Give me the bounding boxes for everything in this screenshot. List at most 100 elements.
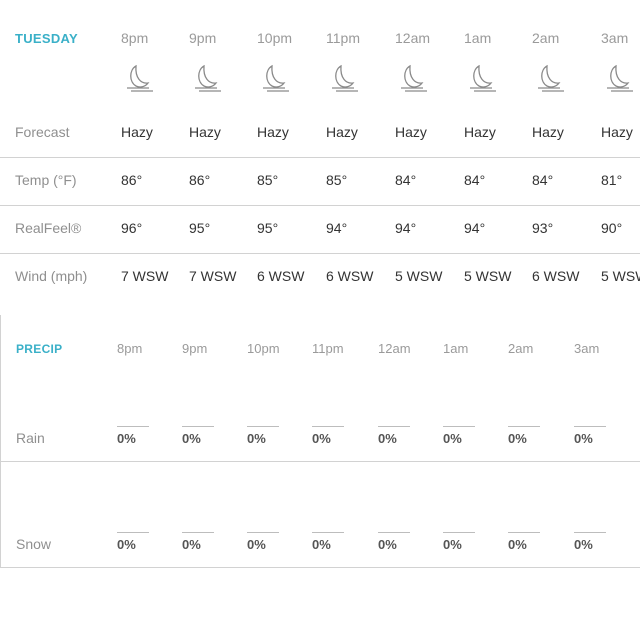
moon-haze-icon xyxy=(534,62,566,94)
rain-bar xyxy=(508,426,540,427)
precip-left-border xyxy=(0,315,1,568)
wind-cell: 5 WSW xyxy=(395,268,443,284)
realfeel-cell: 93° xyxy=(532,220,554,236)
snow-bar xyxy=(312,532,344,533)
snow-bar xyxy=(574,532,606,533)
snow-percent: 0% xyxy=(574,537,593,552)
temp-cell: 84° xyxy=(395,172,417,188)
rain-bar xyxy=(443,426,475,427)
snow-percent: 0% xyxy=(443,537,462,552)
day-title: TUESDAY xyxy=(15,31,79,46)
wind-row-label: Wind (mph) xyxy=(15,268,88,284)
realfeel-cell: 95° xyxy=(189,220,211,236)
rain-bar xyxy=(247,426,279,427)
moon-haze-icon xyxy=(603,62,635,94)
hour-label: 8pm xyxy=(121,30,149,46)
rain-percent: 0% xyxy=(574,431,593,446)
rain-bar xyxy=(312,426,344,427)
wind-cell: 6 WSW xyxy=(326,268,374,284)
divider xyxy=(0,461,640,462)
rain-percent: 0% xyxy=(182,431,201,446)
forecast-cell: Hazy xyxy=(326,124,358,140)
snow-bar xyxy=(508,532,540,533)
snow-row-label: Snow xyxy=(16,536,52,552)
moon-haze-icon xyxy=(397,62,429,94)
hour-label: 2am xyxy=(532,30,560,46)
forecast-cell: Hazy xyxy=(189,124,221,140)
precip-hour-label: 11pm xyxy=(312,341,344,356)
wind-cell: 7 WSW xyxy=(121,268,169,284)
forecast-cell: Hazy xyxy=(464,124,496,140)
moon-haze-icon xyxy=(466,62,498,94)
forecast-cell: Hazy xyxy=(121,124,153,140)
realfeel-cell: 94° xyxy=(326,220,348,236)
temp-cell: 84° xyxy=(464,172,486,188)
realfeel-cell: 94° xyxy=(464,220,486,236)
wind-cell: 7 WSW xyxy=(189,268,237,284)
wind-cell: 6 WSW xyxy=(257,268,305,284)
moon-haze-icon xyxy=(259,62,291,94)
hour-label: 11pm xyxy=(326,30,360,46)
snow-percent: 0% xyxy=(378,537,397,552)
divider xyxy=(0,157,640,158)
wind-cell: 6 WSW xyxy=(532,268,580,284)
snow-percent: 0% xyxy=(508,537,527,552)
temp-cell: 85° xyxy=(326,172,348,188)
temp-cell: 86° xyxy=(121,172,143,188)
snow-bar xyxy=(182,532,214,533)
rain-percent: 0% xyxy=(508,431,527,446)
hourly-forecast-panel: TUESDAY 8pm 9pm 10pm 11pm 12am 1am 2am 3am Fore… xyxy=(0,0,640,300)
forecast-cell: Hazy xyxy=(257,124,289,140)
forecast-row-label: Forecast xyxy=(15,124,70,140)
hour-label: 3am xyxy=(601,30,629,46)
snow-percent: 0% xyxy=(182,537,201,552)
rain-percent: 0% xyxy=(443,431,462,446)
hour-label: 9pm xyxy=(189,30,217,46)
hour-label: 1am xyxy=(464,30,492,46)
moon-haze-icon xyxy=(328,62,360,94)
precip-hour-label: 3am xyxy=(574,341,600,356)
wind-cell: 5 WSW xyxy=(464,268,512,284)
realfeel-row-label: RealFeel® xyxy=(15,220,82,236)
temp-cell: 85° xyxy=(257,172,279,188)
snow-percent: 0% xyxy=(312,537,331,552)
realfeel-cell: 95° xyxy=(257,220,279,236)
rain-row-label: Rain xyxy=(16,430,45,446)
precip-hour-label: 12am xyxy=(378,341,411,356)
temp-cell: 81° xyxy=(601,172,623,188)
snow-percent: 0% xyxy=(247,537,266,552)
snow-bar xyxy=(117,532,149,533)
realfeel-cell: 94° xyxy=(395,220,417,236)
rain-percent: 0% xyxy=(378,431,397,446)
realfeel-cell: 96° xyxy=(121,220,143,236)
divider xyxy=(0,205,640,206)
precip-hour-label: 10pm xyxy=(247,341,280,356)
rain-bar xyxy=(378,426,410,427)
hour-label: 12am xyxy=(395,30,431,46)
hour-label: 10pm xyxy=(257,30,293,46)
precip-hour-label: 1am xyxy=(443,341,469,356)
wind-cell: 5 WSW xyxy=(601,268,640,284)
forecast-cell: Hazy xyxy=(395,124,427,140)
divider xyxy=(0,253,640,254)
snow-percent: 0% xyxy=(117,537,136,552)
rain-bar xyxy=(182,426,214,427)
precip-hour-label: 8pm xyxy=(117,341,143,356)
temp-cell: 86° xyxy=(189,172,211,188)
precip-hour-label: 9pm xyxy=(182,341,208,356)
temp-row-label: Temp (°F) xyxy=(15,172,77,188)
rain-percent: 0% xyxy=(312,431,331,446)
precip-hour-label: 2am xyxy=(508,341,534,356)
forecast-cell: Hazy xyxy=(601,124,633,140)
rain-percent: 0% xyxy=(247,431,266,446)
moon-haze-icon xyxy=(123,62,155,94)
snow-bar xyxy=(443,532,475,533)
divider xyxy=(0,567,640,568)
snow-bar xyxy=(378,532,410,533)
forecast-cell: Hazy xyxy=(532,124,564,140)
realfeel-cell: 90° xyxy=(601,220,623,236)
snow-bar xyxy=(247,532,279,533)
precip-title: PRECIP xyxy=(16,342,63,356)
rain-bar xyxy=(574,426,606,427)
rain-bar xyxy=(117,426,149,427)
